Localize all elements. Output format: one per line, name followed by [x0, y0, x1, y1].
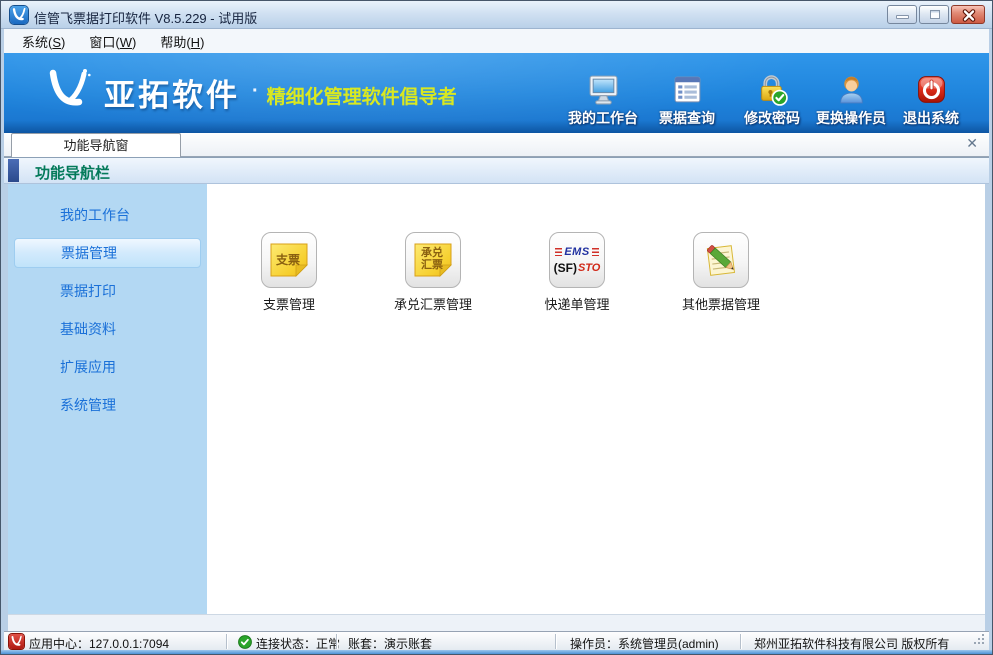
close-icon — [961, 9, 977, 22]
status-separator — [336, 634, 337, 649]
yatuo-logo-icon — [44, 66, 92, 114]
toolbar-item-change-password[interactable]: 修改密码 — [730, 73, 814, 128]
resize-grip[interactable] — [973, 633, 985, 648]
menu-window[interactable]: 窗口(W) — [77, 29, 148, 54]
maximize-icon — [930, 10, 940, 19]
notepad-pencil-icon — [701, 240, 741, 280]
toolbar-item-bill-query[interactable]: 票据查询 — [645, 73, 729, 128]
brand-slogan: 精细化管理软件倡导者 — [267, 82, 457, 109]
window-title: 信管飞票据打印软件 V8.5.229 - 试用版 — [34, 8, 257, 27]
module-acceptance-bill-management[interactable]: 承兑 汇票 承兑汇票管理 — [361, 232, 505, 313]
sidebar-item-workbench[interactable]: 我的工作台 — [8, 196, 207, 234]
brand-name: 亚拓软件 — [104, 70, 240, 115]
sticky-note-icon: 支票 — [270, 243, 308, 277]
express-logos-icon: EMS (SF) STO — [554, 246, 601, 275]
speed-lines-icon — [592, 248, 599, 256]
module-check-management[interactable]: 支票 支票管理 — [217, 232, 361, 313]
nav-header: 功能导航栏 — [4, 157, 989, 184]
maximize-button[interactable] — [919, 5, 949, 24]
status-separator — [226, 634, 227, 649]
bottom-gap — [8, 614, 985, 631]
brand-banner: 亚拓软件 · 精细化管理软件倡导者 我的工作台 票据查询 — [4, 53, 989, 133]
window-bottom-edge — [1, 650, 992, 654]
app-center-logo-icon — [9, 634, 24, 649]
brand-block: 亚拓软件 · 精细化管理软件倡导者 — [44, 66, 457, 115]
toolbar-item-change-operator[interactable]: 更换操作员 — [809, 73, 893, 128]
sidebar-item-system-management[interactable]: 系统管理 — [8, 386, 207, 424]
monitor-icon — [587, 73, 620, 106]
minimize-icon — [896, 15, 909, 19]
brand-separator: · — [252, 80, 259, 103]
nav-header-accent-bar — [8, 159, 19, 182]
app-logo-icon — [10, 6, 28, 24]
menu-bar: 系统(S) 窗口(W) 帮助(H) — [4, 29, 989, 53]
tab-function-navigation[interactable]: 功能导航窗 — [11, 133, 181, 157]
document-list-icon — [671, 73, 704, 106]
menu-help[interactable]: 帮助(H) — [148, 29, 216, 54]
sidebar-navigation: 我的工作台 票据管理 票据打印 基础资料 扩展应用 系统管理 — [8, 184, 207, 614]
sidebar-item-extended-apps[interactable]: 扩展应用 — [8, 348, 207, 386]
toolbar-item-exit[interactable]: 退出系统 — [889, 73, 973, 128]
power-icon — [915, 73, 948, 106]
sidebar-item-bill-printing[interactable]: 票据打印 — [8, 272, 207, 310]
lock-check-icon — [756, 73, 789, 106]
status-separator — [555, 634, 556, 649]
sidebar-item-basic-data[interactable]: 基础资料 — [8, 310, 207, 348]
close-button[interactable] — [951, 5, 985, 24]
tab-close-icon[interactable]: ✕ — [966, 136, 978, 150]
nav-header-title: 功能导航栏 — [35, 162, 110, 183]
minimize-button[interactable] — [887, 5, 917, 24]
title-bar: 信管飞票据打印软件 V8.5.229 - 试用版 — [1, 1, 992, 29]
toolbar-item-workbench[interactable]: 我的工作台 — [561, 73, 645, 128]
user-icon — [835, 73, 868, 106]
tab-strip: 功能导航窗 ✕ — [4, 133, 989, 157]
sticky-note-icon: 承兑 汇票 — [414, 243, 452, 277]
module-grid: 支票 支票管理 承兑 汇票 — [207, 184, 985, 313]
main-content: 支票 支票管理 承兑 汇票 — [207, 184, 985, 614]
sidebar-item-bill-management[interactable]: 票据管理 — [14, 238, 201, 268]
window-controls — [887, 5, 985, 24]
menu-system[interactable]: 系统(S) — [10, 29, 77, 54]
module-other-bill-management[interactable]: 其他票据管理 — [649, 232, 793, 313]
status-bar: 应用中心：127.0.0.1:7094 连接状态：正常 账套：演示账套 操作员：… — [4, 631, 989, 651]
speed-lines-icon — [555, 248, 562, 256]
app-window: 信管飞票据打印软件 V8.5.229 - 试用版 系统(S) 窗口(W) 帮助(… — [0, 0, 993, 655]
status-separator — [740, 634, 741, 649]
module-express-waybill-management[interactable]: EMS (SF) STO 快递单管理 — [505, 232, 649, 313]
